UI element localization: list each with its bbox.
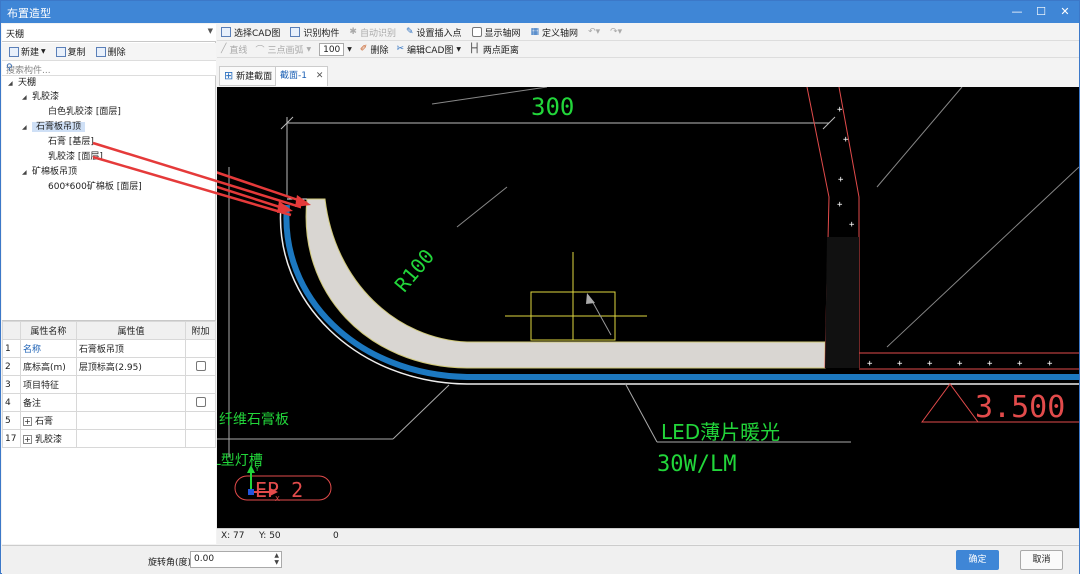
eraser-icon: ✐ bbox=[359, 44, 368, 54]
minimize-button[interactable]: — bbox=[1009, 4, 1025, 20]
svg-text:+: + bbox=[897, 359, 903, 369]
table-row[interactable]: 2 底标高(m) 层顶标高(2.95) bbox=[2, 357, 216, 376]
drawing-panel: 选择CAD图 识别构件 ✱ 自动识别 ✎ 设置插入点 显示轴网 ▦ 定义轴网 ↶▾ ↷… bbox=[217, 24, 1079, 544]
draw-toolbar: ╱ 直线 ⌒ 三点画弧 ▼ 100 ▼ ✐ 删除 ✂ 编辑CAD图 ▼ ├┤ 两点距离 bbox=[217, 41, 1079, 58]
chevron-down-icon: ▼ bbox=[456, 45, 462, 53]
set-insert-point-button[interactable]: ✎ 设置插入点 bbox=[406, 26, 462, 39]
cancel-button[interactable]: 取消 bbox=[1020, 550, 1063, 570]
delete-drawing-button[interactable]: ✐ 删除 bbox=[360, 43, 389, 56]
svg-text:+: + bbox=[867, 359, 873, 369]
status-bar: X: 77 Y: 50 0 bbox=[217, 528, 1079, 544]
status-x: X: 77 bbox=[221, 531, 245, 541]
extra-checkbox[interactable] bbox=[195, 397, 206, 408]
redo-icon: ↷▾ bbox=[610, 27, 623, 37]
value-select[interactable]: 100 ▼ bbox=[319, 42, 352, 56]
gear-icon: ✱ bbox=[349, 27, 357, 37]
svg-text:+: + bbox=[849, 220, 855, 230]
table-row[interactable]: 3 项目特征 bbox=[2, 375, 216, 394]
radius-label: R100 bbox=[390, 244, 439, 296]
expand-plus-icon[interactable]: + bbox=[22, 417, 32, 426]
dialog-window: 布置造型 — ☐ ✕ 天棚 ▼ 新建 ▼ 复制 删除 搜索构件... ⚲ ◢ 天… bbox=[0, 0, 1080, 574]
svg-text:+: + bbox=[843, 135, 849, 145]
svg-text:+: + bbox=[838, 175, 844, 185]
bottom-bar: 旋转角(度): 0.00 ▲ ▼ 确定 取消 bbox=[2, 545, 1079, 574]
led-label: LED薄片暖光 bbox=[661, 420, 780, 444]
annotation-arrows bbox=[92, 141, 301, 217]
edit-cad-icon: ✂ bbox=[396, 44, 405, 54]
svg-text:+: + bbox=[1047, 359, 1053, 369]
edit-cad-button[interactable]: ✂ 编辑CAD图 ▼ bbox=[396, 43, 461, 56]
svg-text:+: + bbox=[987, 359, 993, 369]
status-zero: 0 bbox=[333, 531, 339, 541]
spinner-icon[interactable]: ▲ ▼ bbox=[274, 552, 279, 566]
close-button[interactable]: ✕ bbox=[1057, 4, 1073, 20]
cad-canvas[interactable]: 300 100 R100 bbox=[217, 87, 1079, 528]
two-point-distance-button[interactable]: ├┤ 两点距离 bbox=[469, 43, 519, 56]
undo-button[interactable]: ↶▾ bbox=[588, 27, 600, 37]
elevation-label: 3.500 bbox=[975, 390, 1065, 425]
axis-x-label: X bbox=[275, 495, 280, 503]
table-row[interactable]: 4 备注 bbox=[2, 393, 216, 412]
col-header-name: 属性名称 bbox=[19, 321, 77, 340]
expand-plus-icon[interactable]: + bbox=[22, 435, 32, 444]
define-axis-button[interactable]: ▦ 定义轴网 bbox=[531, 26, 579, 39]
svg-text:+: + bbox=[957, 359, 963, 369]
undo-icon: ↶▾ bbox=[588, 27, 601, 37]
svg-text:+: + bbox=[837, 105, 843, 115]
table-row[interactable]: 1 名称 石膏板吊顶 bbox=[2, 339, 216, 358]
auto-identify-button[interactable]: ✱ 自动识别 bbox=[349, 26, 396, 39]
axis-y-label: Y bbox=[254, 465, 260, 473]
close-tab-icon[interactable]: ✕ bbox=[316, 71, 324, 81]
redo-button[interactable]: ↷▾ bbox=[610, 27, 622, 37]
measure-icon: ├┤ bbox=[469, 44, 480, 54]
chevron-down-icon: ▼ bbox=[347, 45, 352, 53]
cad-drawing: 300 100 R100 bbox=[217, 87, 1079, 503]
checkbox[interactable] bbox=[471, 27, 482, 37]
status-y: Y: 50 bbox=[259, 531, 281, 541]
main-toolbar: 选择CAD图 识别构件 ✱ 自动识别 ✎ 设置插入点 显示轴网 ▦ 定义轴网 ↶▾ ↷… bbox=[217, 24, 1079, 41]
table-row[interactable]: 17 + 乳胶漆 bbox=[2, 429, 216, 448]
chevron-down-icon: ▼ bbox=[306, 45, 312, 53]
table-row[interactable]: 5 + 石膏 bbox=[2, 411, 216, 430]
pin-icon: ✎ bbox=[405, 27, 414, 37]
svg-text:+: + bbox=[927, 359, 933, 369]
dim-300-label: 300 bbox=[531, 93, 574, 121]
rotation-label: 旋转角(度): bbox=[148, 558, 195, 568]
maximize-button[interactable]: ☐ bbox=[1033, 4, 1049, 20]
grid-icon: ▦ bbox=[530, 27, 540, 37]
extra-checkbox[interactable] bbox=[195, 361, 206, 372]
ok-button[interactable]: 确定 bbox=[956, 550, 999, 570]
rotation-input[interactable]: 0.00 ▲ ▼ bbox=[190, 551, 282, 568]
col-header-extra: 附加 bbox=[185, 321, 216, 340]
power-label: 30W/LM bbox=[657, 452, 736, 477]
board-label: 纤维石膏板 bbox=[219, 411, 289, 428]
svg-text:+: + bbox=[837, 200, 843, 210]
show-axis-checkbox[interactable]: 显示轴网 bbox=[471, 26, 521, 39]
svg-text:+: + bbox=[1017, 359, 1023, 369]
property-table: 属性名称 属性值 附加 1 名称 石膏板吊顶 2 底标高(m) 层顶标高(2.9… bbox=[2, 320, 216, 544]
col-header-value: 属性值 bbox=[75, 321, 187, 340]
tab-bar: ⊞ 新建截面 截面-1 ✕ bbox=[217, 59, 1079, 86]
